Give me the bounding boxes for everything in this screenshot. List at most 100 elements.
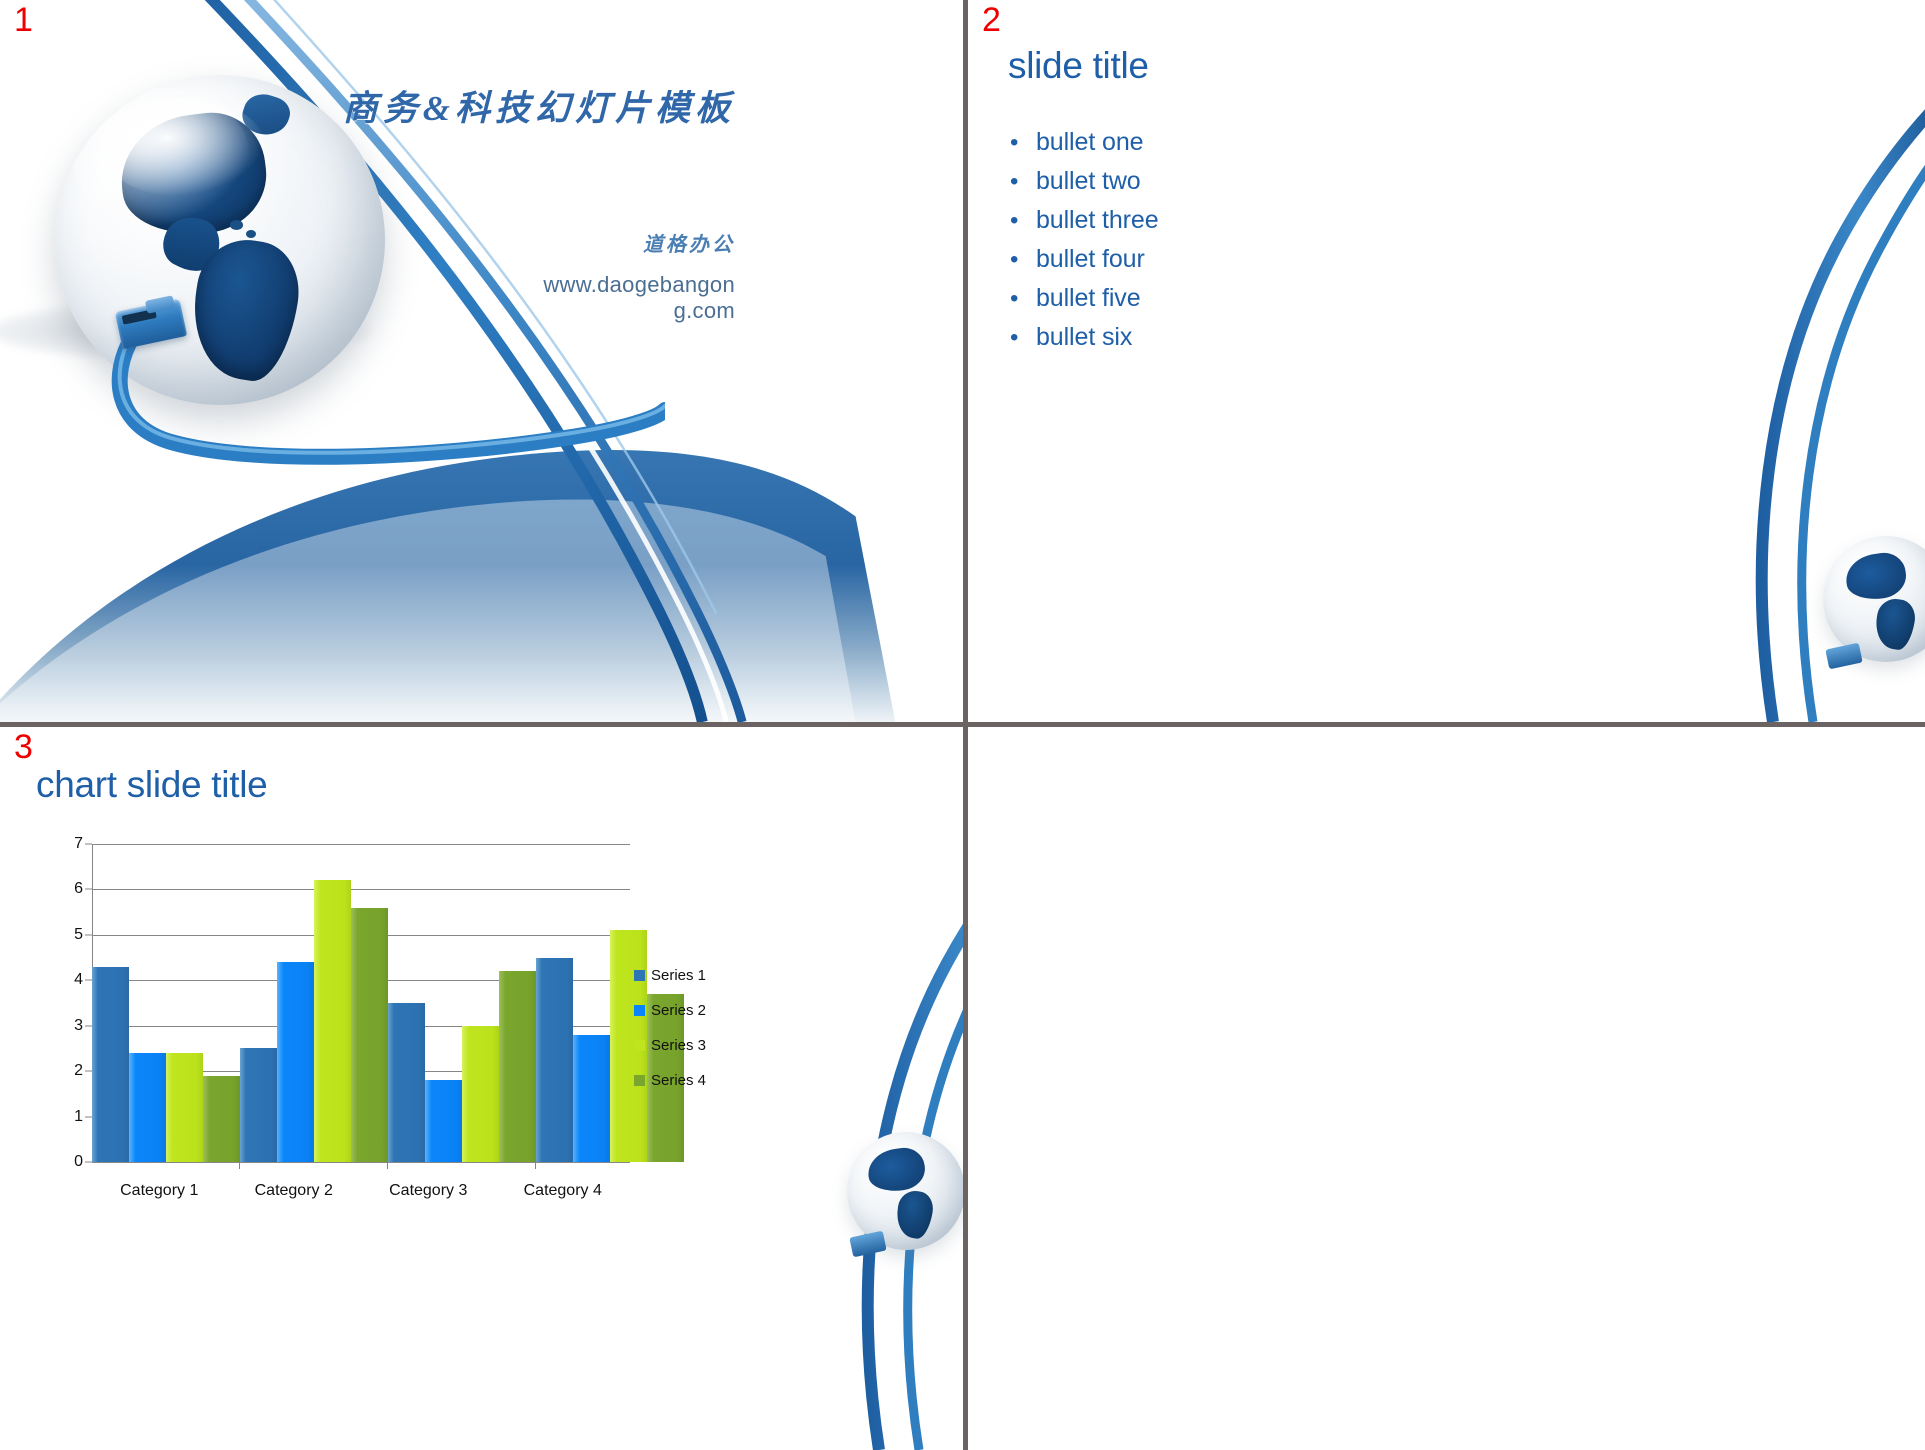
legend-swatch-icon (634, 1075, 645, 1086)
bar[interactable] (351, 907, 388, 1162)
landmass-island-1 (229, 220, 244, 231)
legend-item[interactable]: Series 3 (634, 1028, 716, 1063)
y-axis-tick-label: 4 (74, 971, 83, 989)
bar[interactable] (277, 962, 314, 1162)
legend-item[interactable]: Series 4 (634, 1063, 716, 1098)
legend-swatch-icon (634, 970, 645, 981)
bar[interactable] (388, 1003, 425, 1162)
bar[interactable] (240, 1048, 277, 1162)
y-axis-tick-label: 7 (74, 835, 83, 852)
legend-item-label: Series 2 (651, 1002, 707, 1019)
list-item[interactable]: • bullet one (1010, 128, 1530, 167)
small-globe-illustration (847, 1132, 963, 1250)
list-item-label: bullet six (1036, 323, 1133, 351)
list-item-label: bullet four (1036, 245, 1145, 273)
right-edge-artwork (783, 727, 963, 1450)
chart-slide-title: chart slide title (36, 764, 268, 805)
presentation-title: 商务&科技幻灯片模板 (342, 89, 735, 128)
bar[interactable] (462, 1025, 499, 1162)
list-item-label: bullet three (1036, 206, 1159, 234)
blue-arc-ribbon-icon (861, 923, 963, 1450)
bullet-marker-icon: • (1010, 285, 1019, 312)
slide-1[interactable]: 1 商务&科技幻灯片模板 道格办公 www.daogebangong.com (0, 0, 968, 727)
list-item[interactable]: • bullet six (1010, 323, 1530, 362)
bar[interactable] (573, 1034, 610, 1162)
x-axis-tick-label: Category 4 (523, 1182, 602, 1199)
bar[interactable] (536, 957, 573, 1162)
slide-number-1: 1 (14, 1, 33, 39)
bar-group (92, 844, 240, 1169)
bullet-marker-icon: • (1010, 129, 1019, 156)
y-axis-tick-label: 3 (74, 1016, 83, 1034)
y-axis-tick-label: 5 (74, 925, 83, 943)
legend-item-label: Series 3 (651, 1037, 707, 1054)
x-axis-tick-label: Category 2 (254, 1182, 333, 1199)
landmass-south-america-small (893, 1188, 936, 1241)
y-axis-tick-mark (85, 1116, 92, 1118)
list-item-label: bullet five (1036, 284, 1141, 312)
landmass-south-america-small (1872, 596, 1918, 653)
bullet-list: • bullet one • bullet two • bullet three… (1010, 128, 1530, 362)
ethernet-cable-icon (111, 330, 665, 465)
list-item[interactable]: • bullet two (1010, 167, 1530, 206)
list-item[interactable]: • bullet five (1010, 284, 1530, 323)
bar-group (240, 844, 388, 1169)
bar[interactable] (166, 1052, 203, 1162)
y-axis-tick-mark (85, 1025, 92, 1027)
y-axis-tick-mark (85, 979, 92, 981)
legend-item-label: Series 1 (651, 967, 707, 984)
x-axis-tick-label: Category 1 (120, 1182, 199, 1199)
slide-number-3: 3 (14, 728, 33, 766)
list-item-label: bullet two (1036, 167, 1141, 195)
chart-plot-area: 0 1 2 3 4 5 6 7 (74, 835, 684, 1170)
slide-4[interactable] (968, 727, 1925, 1450)
x-axis-labels: Category 1 Category 2 Category 3 Category 4 (92, 1182, 630, 1200)
slide-thumbnail-grid: 1 商务&科技幻灯片模板 道格办公 www.daogebangong.com 2… (0, 0, 1925, 1450)
legend-swatch-icon (634, 1005, 645, 1016)
landmass-north-america-small (1842, 549, 1910, 603)
bullet-marker-icon: • (1010, 246, 1019, 273)
y-axis-tick-mark (85, 934, 92, 936)
slide-2[interactable]: 2 slide title • bullet one • bullet two … (968, 0, 1925, 727)
gridline (92, 1162, 630, 1163)
y-axis-tick-label: 2 (74, 1062, 83, 1080)
slide-3[interactable]: 3 chart slide title 01234567 Category 1C… (0, 727, 968, 1450)
category-separator (387, 1162, 388, 1169)
y-axis-tick-mark (85, 843, 92, 845)
list-item-label: bullet one (1036, 128, 1144, 156)
bar-series-container (92, 844, 684, 1169)
right-edge-artwork (1655, 0, 1925, 722)
chart-legend[interactable]: Series 1 Series 2 Series 3 Series 4 (634, 958, 716, 1098)
legend-item[interactable]: Series 1 (634, 958, 716, 993)
legend-item[interactable]: Series 2 (634, 993, 716, 1028)
bullet-marker-icon: • (1010, 168, 1019, 195)
bullet-marker-icon: • (1010, 207, 1019, 234)
y-axis-tick-label: 0 (74, 1153, 83, 1170)
bar-chart[interactable]: 01234567 Category 1 Category 2 Category 3C… (36, 830, 716, 1220)
list-item[interactable]: • bullet three (1010, 206, 1530, 245)
category-separator (535, 1162, 536, 1169)
y-axis-tick-mark (85, 1070, 92, 1072)
legend-item-label: Series 4 (651, 1072, 707, 1089)
slide-number-2: 2 (982, 1, 1001, 39)
y-axis-tick-label: 6 (74, 880, 83, 898)
bar[interactable] (499, 971, 536, 1162)
bar-group (388, 844, 536, 1169)
list-item[interactable]: • bullet four (1010, 245, 1530, 284)
presentation-url: www.daogebangong.com (543, 272, 735, 324)
slide-title: slide title (1008, 45, 1149, 86)
bar[interactable] (203, 1075, 240, 1162)
y-axis-tick-mark (85, 1161, 92, 1163)
landmass-north-america-small (865, 1144, 928, 1195)
landmass-island-2 (246, 230, 257, 238)
bullet-marker-icon: • (1010, 324, 1019, 351)
landmass-greenland (238, 88, 295, 141)
y-axis-tick-label: 1 (74, 1107, 83, 1125)
bar[interactable] (92, 966, 129, 1162)
x-axis-tick-label: Category 3 (389, 1182, 468, 1199)
presentation-subtitle: 道格办公 (643, 234, 735, 256)
y-axis-tick-mark (85, 888, 92, 890)
bar[interactable] (314, 880, 351, 1162)
bar[interactable] (425, 1080, 462, 1162)
bar[interactable] (129, 1052, 166, 1162)
